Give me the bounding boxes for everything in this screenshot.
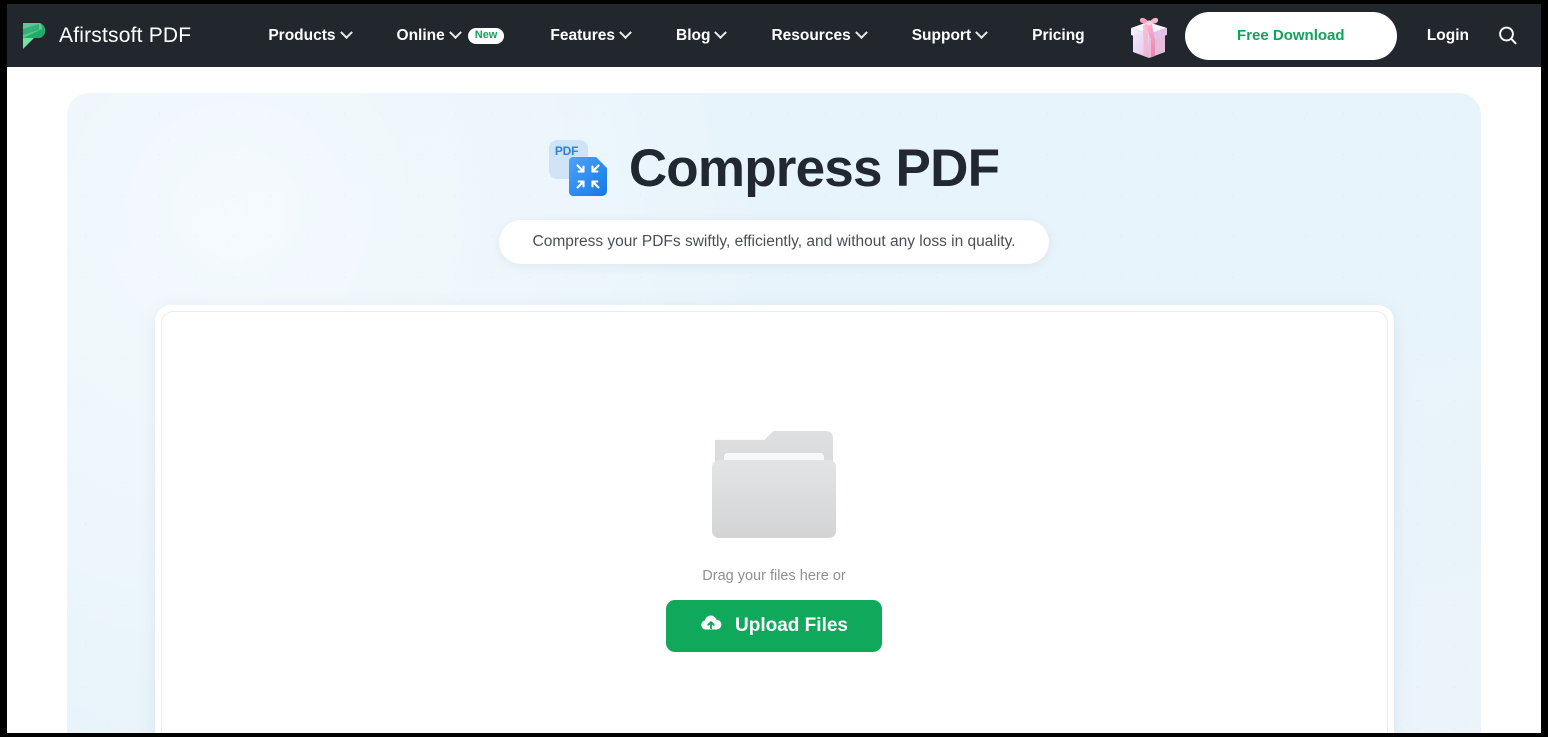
chevron-down-icon <box>714 26 728 40</box>
nav-item-label: Pricing <box>1032 26 1085 44</box>
folder-icon <box>712 430 836 538</box>
gift-box-icon[interactable] <box>1121 11 1177 61</box>
nav-item-support[interactable]: Support <box>889 19 1009 53</box>
nav-item-label: Blog <box>676 26 711 44</box>
brand-logo-link[interactable]: Afirstsoft PDF <box>21 21 191 51</box>
nav-item-features[interactable]: Features <box>527 19 653 53</box>
chevron-down-icon <box>975 26 988 40</box>
pdf-back-label: PDF <box>554 144 579 158</box>
chevron-down-icon <box>339 26 353 40</box>
nav-item-label: Support <box>911 26 972 44</box>
nav-item-products[interactable]: Products <box>245 19 373 53</box>
upload-files-label: Upload Files <box>735 614 848 636</box>
browser-viewport: Afirstsoft PDF Products Online New Featu… <box>0 0 1548 737</box>
upload-files-button[interactable]: Upload Files <box>666 599 882 652</box>
hero-section: PDF Compress PDF Compress your PDFs swif… <box>7 67 1541 733</box>
nav-item-label: Resources <box>771 26 851 44</box>
file-dropzone[interactable]: Drag your files here or Upload Files <box>160 311 1388 733</box>
login-link[interactable]: Login <box>1397 19 1487 53</box>
brand-name: Afirstsoft PDF <box>59 23 192 47</box>
compress-pdf-icon: PDF <box>548 140 607 196</box>
page-root: Afirstsoft PDF Products Online New Featu… <box>7 4 1541 733</box>
nav-links: Products Online New Features Blog Resour… <box>245 19 1107 53</box>
nav-item-blog[interactable]: Blog <box>653 19 748 53</box>
upload-card: Drag your files here or Upload Files <box>154 305 1394 733</box>
page-title: Compress PDF <box>628 138 1000 198</box>
afirstsoft-logo-icon <box>21 21 49 51</box>
hero-subtitle: Compress your PDFs swiftly, efficiently,… <box>498 220 1050 264</box>
drag-files-label: Drag your files here or <box>702 567 846 584</box>
nav-right-actions: Free Download Login <box>1111 11 1541 61</box>
top-navigation-bar: Afirstsoft PDF Products Online New Featu… <box>7 4 1541 67</box>
free-download-button[interactable]: Free Download <box>1184 11 1397 60</box>
hero-card: PDF Compress PDF Compress your PDFs swif… <box>67 93 1481 733</box>
nav-item-label: Features <box>550 26 615 44</box>
chevron-down-icon <box>448 26 462 40</box>
search-icon[interactable] <box>1491 19 1525 53</box>
folder-front-panel <box>712 459 836 538</box>
cloud-upload-icon <box>700 614 722 638</box>
chevron-down-icon <box>619 26 632 40</box>
nav-item-online[interactable]: Online New <box>374 19 528 53</box>
nav-item-resources[interactable]: Resources <box>748 19 888 53</box>
pdf-front-document <box>568 157 607 196</box>
hero-subtitle-wrap: Compress your PDFs swiftly, efficiently,… <box>67 220 1481 264</box>
new-badge: New <box>467 27 505 44</box>
hero-title-row: PDF Compress PDF <box>67 93 1481 196</box>
nav-item-label: Products <box>268 26 336 44</box>
nav-item-label: Online <box>396 26 445 44</box>
nav-item-pricing[interactable]: Pricing <box>1009 19 1108 53</box>
chevron-down-icon <box>854 26 868 40</box>
